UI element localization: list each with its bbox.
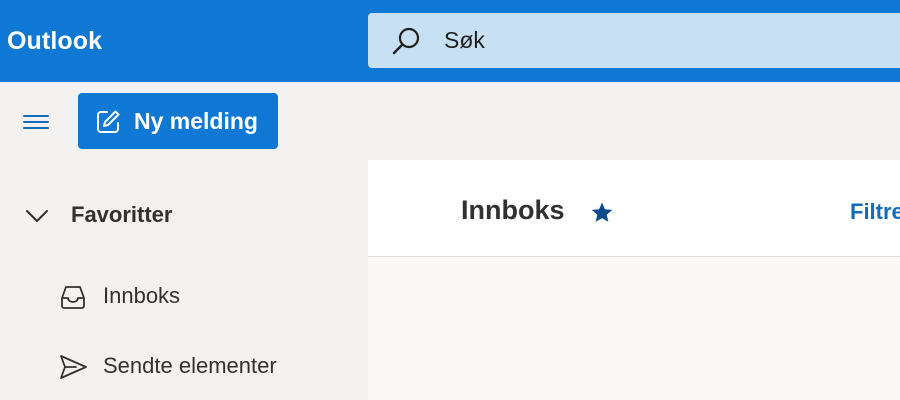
search-box[interactable]	[368, 13, 900, 68]
page-title: Innboks	[461, 195, 565, 225]
folder-pane: Favoritter Innboks Sendte elementer	[0, 160, 368, 400]
sidebar-item-inbox[interactable]: Innboks	[0, 268, 368, 324]
sidebar-item-sent[interactable]: Sendte elementer	[0, 338, 368, 394]
hamburger-icon[interactable]	[18, 106, 54, 138]
search-icon[interactable]	[390, 26, 422, 58]
sidebar-item-label: Innboks	[103, 283, 181, 308]
new-message-button[interactable]: Ny melding	[78, 93, 278, 149]
message-list-header: Innboks Filtrer	[368, 160, 900, 257]
command-bar: Ny melding	[0, 82, 900, 160]
filter-button[interactable]: Filtrer	[850, 192, 900, 232]
favorites-header[interactable]: Favoritter	[0, 190, 368, 240]
star-icon[interactable]	[590, 201, 614, 225]
chevron-down-icon	[24, 203, 50, 229]
new-message-label: Ny melding	[134, 108, 258, 134]
send-icon	[58, 352, 88, 382]
search-input[interactable]	[444, 13, 884, 68]
inbox-icon	[58, 282, 88, 312]
message-list-pane: Innboks Filtrer	[368, 160, 900, 400]
top-header-bar: Outlook	[0, 0, 900, 82]
sidebar-item-label: Sendte elementer	[103, 353, 277, 378]
favorites-label: Favoritter	[71, 202, 173, 227]
compose-icon	[94, 108, 122, 136]
app-title[interactable]: Outlook	[7, 22, 102, 60]
